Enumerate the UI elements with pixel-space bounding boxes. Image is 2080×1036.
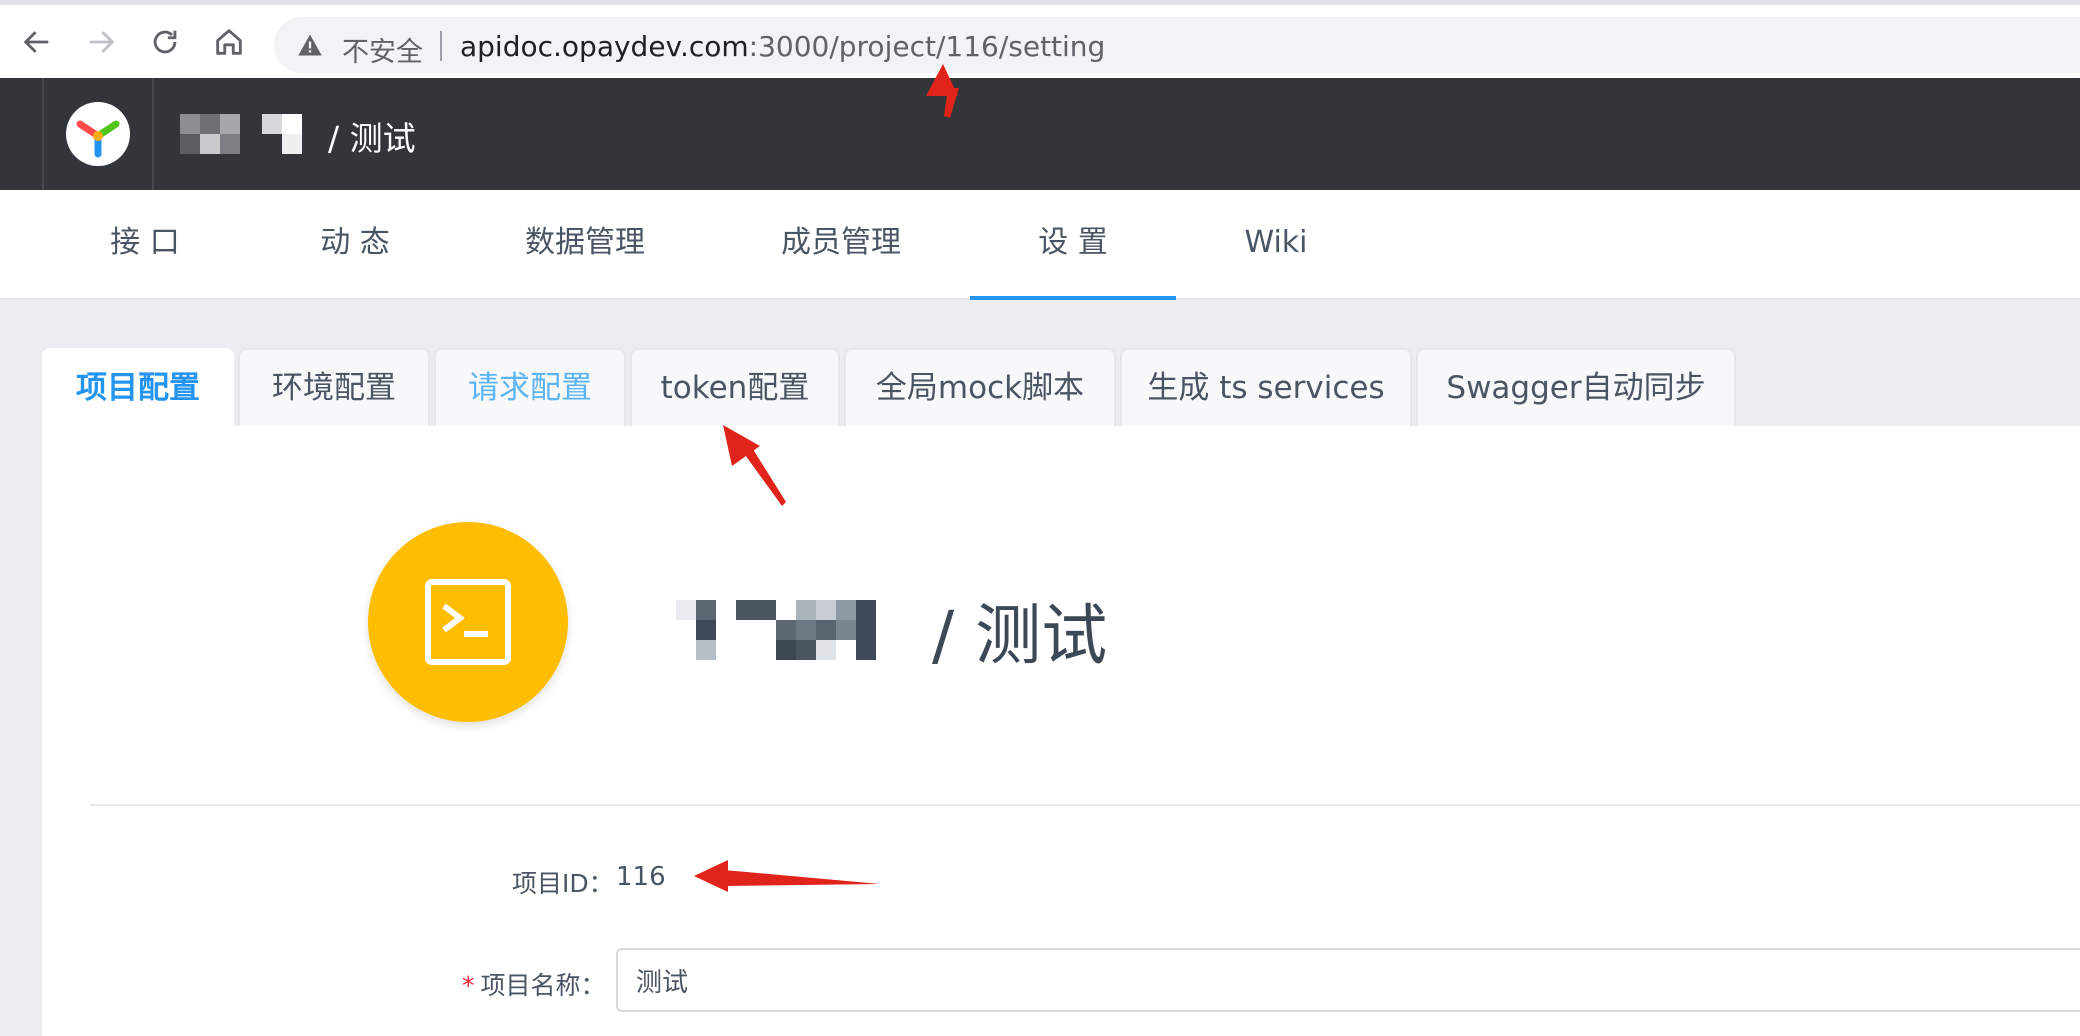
title-separator: / [932, 597, 955, 674]
tab-activity[interactable]: 动 态 [290, 190, 420, 300]
back-arrow-icon [23, 31, 49, 53]
tab-token-config[interactable]: token配置 [630, 348, 840, 426]
back-button[interactable] [14, 19, 60, 65]
tab-interfaces[interactable]: 接 口 [80, 190, 210, 300]
home-icon [216, 29, 242, 55]
required-mark: * [462, 971, 475, 1000]
logo-link[interactable] [42, 78, 154, 190]
browser-toolbar: 不安全 apidoc.opaydev.com:3000/project/116/… [0, 0, 2080, 78]
tab-data-management[interactable]: 数据管理 [500, 190, 670, 300]
tab-swagger-auto-sync[interactable]: Swagger自动同步 [1416, 348, 1736, 426]
tab-wiki[interactable]: Wiki [1216, 190, 1336, 300]
tab-settings[interactable]: 设 置 [970, 190, 1176, 300]
reload-icon [153, 30, 177, 54]
project-id-value: 116 [616, 862, 666, 892]
breadcrumb-separator: / [328, 119, 340, 158]
yapi-logo-icon [66, 102, 130, 166]
title-project-name: 测试 [975, 597, 1108, 674]
breadcrumb-project[interactable]: 测试 [350, 119, 416, 158]
project-title: / 测试 [932, 582, 1107, 678]
url-host: apidoc.opaydev.com [460, 30, 749, 63]
tab-env-config[interactable]: 环境配置 [238, 348, 430, 426]
section-divider [90, 804, 2080, 806]
terminal-icon [425, 579, 511, 665]
reload-button[interactable] [142, 19, 188, 65]
insecure-label[interactable]: 不安全 [342, 30, 423, 69]
tab-member-management[interactable]: 成员管理 [756, 190, 926, 300]
url-divider [440, 31, 442, 61]
project-avatar[interactable] [368, 522, 568, 722]
url-path: :3000/project/116/setting [748, 30, 1106, 63]
group-name-redacted [180, 114, 302, 154]
tab-request-config[interactable]: 请求配置 [434, 348, 626, 426]
project-config-panel: / 测试 项目ID： 116 * 项目名称： [42, 426, 2080, 1036]
project-name-label-text: 项目名称： [480, 971, 606, 1000]
url-text[interactable]: apidoc.opaydev.com:3000/project/116/sett… [460, 30, 1105, 63]
address-bar[interactable]: 不安全 apidoc.opaydev.com:3000/project/116/… [274, 17, 2080, 73]
project-name-input[interactable] [616, 948, 2080, 1012]
warning-triangle-icon [298, 34, 322, 56]
forward-button[interactable] [78, 19, 124, 65]
app-header: / 测试 [0, 78, 2080, 190]
group-name-redacted-large [676, 600, 876, 660]
home-button[interactable] [206, 19, 252, 65]
tab-generate-ts-services[interactable]: 生成 ts services [1120, 348, 1412, 426]
tab-project-config[interactable]: 项目配置 [42, 348, 234, 428]
project-id-label: 项目ID： [512, 869, 614, 898]
forward-arrow-icon [89, 31, 115, 53]
project-nav: 接 口 动 态 数据管理 成员管理 设 置 Wiki [0, 190, 2080, 300]
tab-global-mock-script[interactable]: 全局mock脚本 [844, 348, 1116, 426]
project-name-label: * 项目名称： [462, 966, 606, 1002]
header-breadcrumb: / 测试 [328, 112, 416, 160]
